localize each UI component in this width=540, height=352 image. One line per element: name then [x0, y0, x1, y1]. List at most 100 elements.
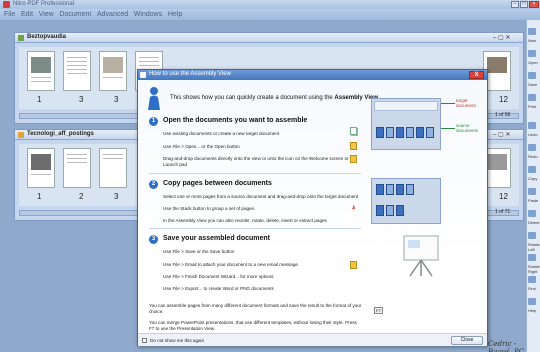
page-thumbnail[interactable] — [63, 51, 91, 91]
rotate-right-icon[interactable] — [528, 254, 536, 261]
page — [396, 184, 404, 195]
footer-note: F7 to use the Presentation View. — [149, 326, 216, 331]
minimize-button[interactable]: – — [511, 1, 519, 8]
page-number: 1 — [37, 95, 42, 104]
close-button[interactable]: Close — [451, 336, 483, 345]
menu-document[interactable]: Document — [59, 11, 91, 18]
page — [386, 184, 394, 195]
page-number: 1 — [37, 192, 42, 201]
step-3-title: Save your assembled document — [163, 235, 270, 242]
dont-show-checkbox[interactable] — [142, 338, 147, 343]
page-number: 12 — [499, 192, 508, 201]
step-1-line: Use File > Open... or the Open button — [163, 144, 240, 149]
page — [406, 184, 414, 195]
right-label: Print — [528, 104, 537, 109]
rotate-left-icon[interactable] — [528, 232, 536, 239]
menu-edit[interactable]: Edit — [21, 11, 33, 18]
menu-advanced[interactable]: Advanced — [97, 11, 128, 18]
menu-bar: File Edit View Document Advanced Windows… — [0, 9, 540, 20]
page-thumbnail[interactable] — [99, 148, 127, 188]
menu-windows[interactable]: Windows — [134, 11, 162, 18]
undo-icon[interactable] — [528, 122, 536, 129]
step-2-line: Use the Stack button to group a set of p… — [163, 206, 254, 211]
source-page — [406, 127, 414, 138]
assembly-view-dialog: How to use the Assembly View X This show… — [137, 69, 488, 346]
page-count: 1 of 71 — [495, 209, 511, 215]
page-number: 3 — [114, 95, 119, 104]
right-label: Redo — [528, 154, 538, 159]
target-document-label: target document — [456, 98, 476, 108]
dialog-icon — [140, 72, 146, 78]
right-label: Rotate Right — [528, 264, 540, 274]
page-thumbnail[interactable] — [99, 51, 127, 91]
paste-icon[interactable] — [528, 188, 536, 195]
right-label: Help — [528, 308, 537, 313]
source-pointer — [441, 128, 455, 129]
page-thumbnail[interactable] — [27, 51, 55, 91]
panel-controls[interactable]: – ▢ ✕ — [493, 34, 510, 41]
save-icon[interactable] — [528, 72, 536, 79]
page — [396, 205, 404, 216]
step-2-title: Copy pages between documents — [163, 180, 272, 187]
step-1-title: Open the documents you want to assemble — [163, 117, 308, 124]
new-document-icon — [350, 127, 357, 135]
page-number: 3 — [79, 95, 84, 104]
copy-icon[interactable] — [528, 166, 536, 173]
divider — [149, 173, 361, 174]
assembly-illustration-1 — [371, 98, 441, 150]
panel-controls[interactable]: – ▢ ✕ — [493, 131, 510, 138]
dialog-title-bar: How to use the Assembly View X — [138, 70, 487, 80]
presentation-board-icon — [403, 235, 439, 277]
right-label: Rotate Left — [528, 242, 540, 252]
panel-title: Tecnologi_aff_postings — [27, 131, 94, 137]
page-count: 1 of 56 — [495, 112, 511, 118]
keyboard-f7-icon: F7 — [374, 307, 383, 314]
close-app-button[interactable]: × — [529, 1, 539, 8]
page — [376, 184, 384, 195]
page-number: 12 — [499, 95, 508, 104]
step-2-line: In the Assembly View you can also reorde… — [163, 218, 327, 223]
app-title: Nitro PDF Professional — [13, 1, 75, 7]
menu-view[interactable]: View — [39, 11, 54, 18]
step-1-line: Launch pad — [163, 162, 188, 167]
footer-note: choice. — [149, 309, 164, 314]
open-folder-icon — [350, 142, 357, 150]
dialog-footer: Do not show me this again Close — [138, 333, 487, 346]
divider — [149, 228, 361, 229]
new-icon[interactable] — [528, 28, 536, 35]
help-icon[interactable] — [528, 298, 536, 305]
email-icon — [350, 261, 357, 269]
panel-title: Beztopvaudia — [27, 34, 67, 40]
menu-help[interactable]: Help — [168, 11, 182, 18]
footer-note: You can assemble pages from many differe… — [149, 303, 362, 308]
assembly-illustration-2 — [371, 178, 441, 224]
menu-file[interactable]: File — [4, 11, 15, 18]
right-label: New — [528, 38, 537, 43]
step-3-line: Use File > Finish Document Wizard... for… — [163, 274, 274, 279]
page-thumbnail[interactable] — [63, 148, 91, 188]
page-thumbnail[interactable] — [27, 148, 55, 188]
step-3-line: Use File > Save or the Save button — [163, 249, 235, 254]
step-1-line: Drag-and-drop documents directly onto th… — [163, 156, 349, 161]
right-toolbar: New Open Save Print Undo Redo Copy Paste… — [526, 20, 540, 352]
dialog-close-button[interactable]: X — [469, 71, 484, 79]
step-1-line: Use existing documents or create a new t… — [163, 131, 280, 136]
source-page — [396, 127, 404, 138]
right-label: Open — [528, 60, 538, 65]
app-title-bar: Nitro PDF Professional – □ × — [0, 0, 540, 9]
source-page — [386, 127, 394, 138]
target-document-row — [374, 101, 438, 111]
find-icon[interactable] — [528, 276, 536, 283]
redo-icon[interactable] — [528, 144, 536, 151]
delete-icon[interactable] — [528, 210, 536, 217]
app-icon — [3, 1, 10, 8]
right-label: Copy — [528, 176, 538, 181]
footer-note: You can merge PowerPoint presentations, … — [149, 320, 357, 325]
maximize-button[interactable]: □ — [520, 1, 528, 8]
step-2-line: Select one or more pages from a source d… — [163, 194, 359, 199]
print-icon[interactable] — [528, 94, 536, 101]
dialog-body: This shows how you can quickly create a … — [138, 80, 487, 333]
intro-text: This shows how you can quickly create a … — [170, 95, 379, 101]
open-icon[interactable] — [528, 50, 536, 57]
target-pointer — [441, 103, 455, 104]
